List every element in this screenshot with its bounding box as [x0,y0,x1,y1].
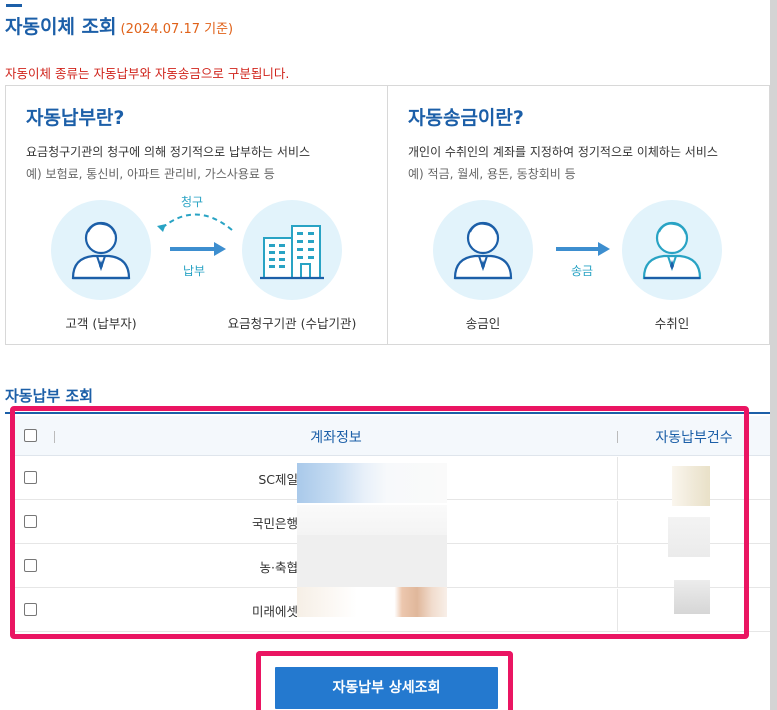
payment-arrow-icon [170,242,226,256]
auto-pay-example: 예) 보험료, 통신비, 아파트 관리비, 가스사용료 등 [26,167,275,181]
button-highlight-frame [256,651,513,710]
flow-label-payment: 납부 [183,264,206,278]
customer-caption: 고객 (납부자) [65,316,137,331]
customer-person-icon [51,200,151,300]
flow-label-transfer: 송금 [571,264,594,278]
institution-building-icon [242,200,342,300]
table-highlight-frame [10,406,749,639]
info-box: 자동납부란? 요금청구기관의 청구에 의해 정기적으로 납부하는 서비스 예) … [5,85,770,345]
transfer-arrow-icon [556,242,610,256]
sender-person-icon [433,200,533,300]
billing-arrow-icon [157,213,233,232]
section-title: 자동납부 조회 [5,387,94,405]
recipient-person-icon [622,200,722,300]
page-title: 자동이체 조회 (2024.07.17 기준) [5,12,233,39]
sender-caption: 송금인 [465,316,501,331]
date-note: (2024.07.17 기준) [120,22,234,37]
notice-text: 자동이체 종류는 자동납부와 자동송금으로 구분됩니다. [5,66,290,81]
recipient-caption: 수취인 [654,316,690,331]
auto-pay-panel: 자동납부란? 요금청구기관의 청구에 의해 정기적으로 납부하는 서비스 예) … [6,86,387,344]
auto-pay-heading: 자동납부란? [26,107,125,129]
title-accent-bar [6,4,22,7]
auto-transfer-example: 예) 적금, 월세, 용돈, 동창회비 등 [408,167,576,181]
auto-transfer-description: 개인이 수취인의 계좌를 지정하여 정기적으로 이체하는 서비스 [408,145,718,159]
auto-transfer-page: 자동이체 조회 (2024.07.17 기준) 자동이체 종류는 자동납부와 자동… [0,0,770,710]
institution-caption: 요금청구기관 (수납기관) [227,316,357,331]
auto-transfer-panel: 자동송금이란? 개인이 수취인의 계좌를 지정하여 정기적으로 이체하는 서비스… [388,86,769,344]
auto-pay-description: 요금청구기관의 청구에 의해 정기적으로 납부하는 서비스 [26,145,311,159]
auto-transfer-heading: 자동송금이란? [408,107,524,129]
page-title-text: 자동이체 조회 [5,16,117,38]
